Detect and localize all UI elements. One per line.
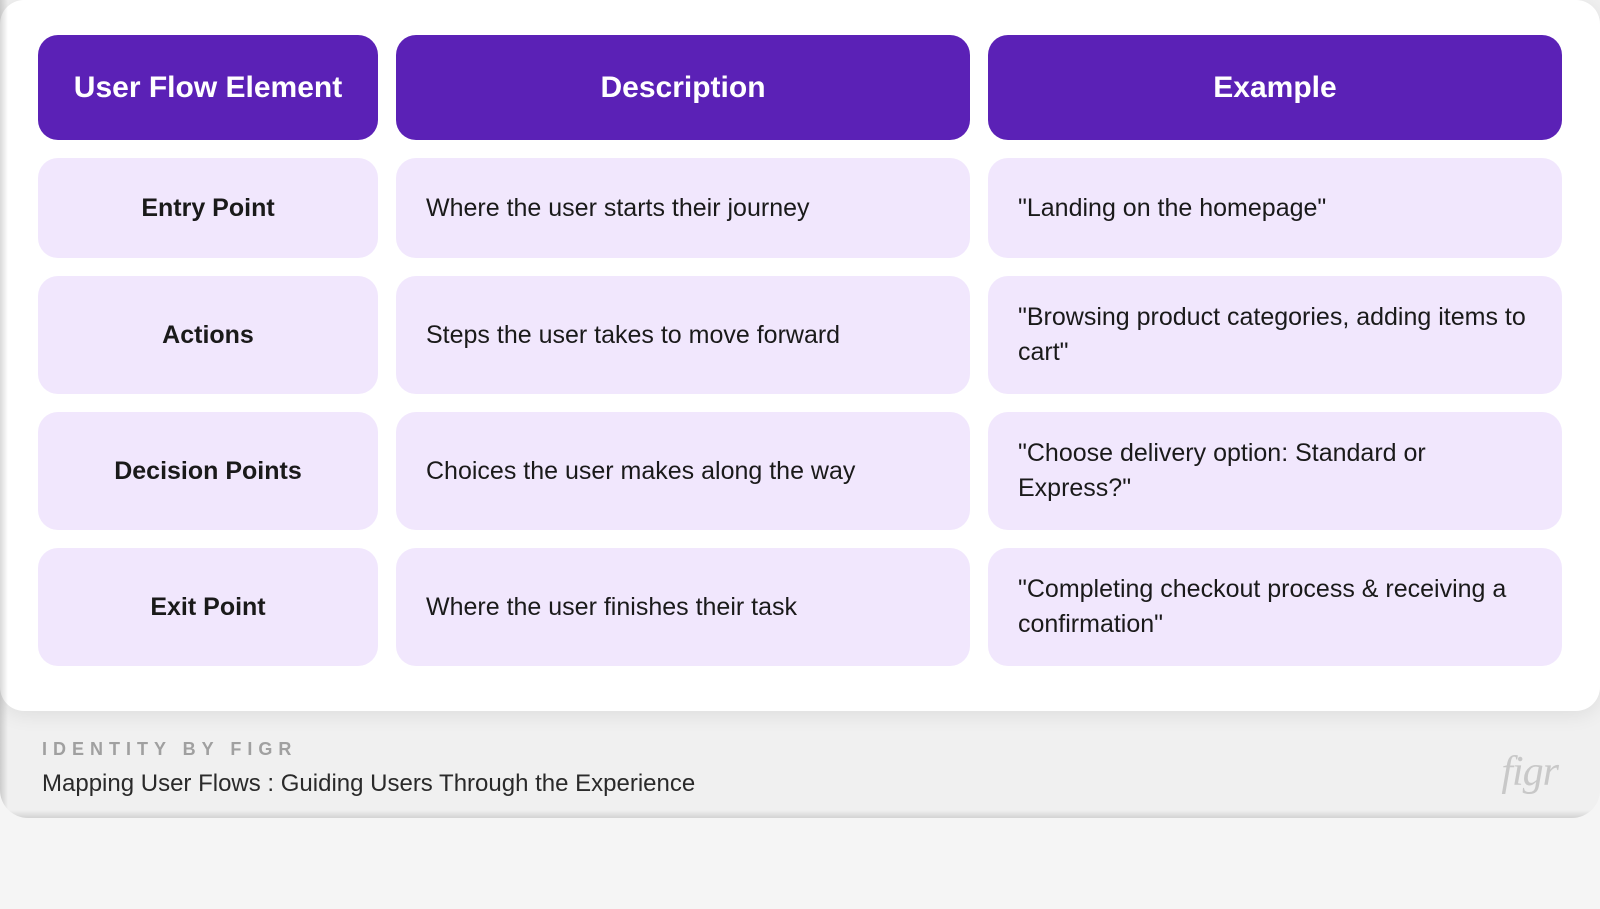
cell-element: Entry Point bbox=[38, 158, 378, 258]
header-example: Example bbox=[988, 35, 1562, 140]
user-flow-table: User Flow Element Description Example En… bbox=[38, 35, 1562, 666]
header-description: Description bbox=[396, 35, 970, 140]
footer: IDENTITY BY FIGR Mapping User Flows : Gu… bbox=[0, 711, 1600, 818]
footer-title: Mapping User Flows : Guiding Users Throu… bbox=[42, 770, 1558, 798]
cell-example: "Browsing product categories, adding ite… bbox=[988, 276, 1562, 394]
cell-element: Exit Point bbox=[38, 548, 378, 666]
table-row: Decision Points Choices the user makes a… bbox=[38, 412, 1562, 530]
cell-example: "Landing on the homepage" bbox=[988, 158, 1562, 258]
header-user-flow-element: User Flow Element bbox=[38, 35, 378, 140]
cell-description: Where the user starts their journey bbox=[396, 158, 970, 258]
cell-example: "Completing checkout process & receiving… bbox=[988, 548, 1562, 666]
cell-example: "Choose delivery option: Standard or Exp… bbox=[988, 412, 1562, 530]
cell-description: Steps the user takes to move forward bbox=[396, 276, 970, 394]
table-row: Entry Point Where the user starts their … bbox=[38, 158, 1562, 258]
table-row: Exit Point Where the user finishes their… bbox=[38, 548, 1562, 666]
table-row: Actions Steps the user takes to move for… bbox=[38, 276, 1562, 394]
table-header-row: User Flow Element Description Example bbox=[38, 35, 1562, 140]
cell-description: Where the user finishes their task bbox=[396, 548, 970, 666]
cell-description: Choices the user makes along the way bbox=[396, 412, 970, 530]
footer-kicker: IDENTITY BY FIGR bbox=[42, 739, 1558, 760]
cell-element: Actions bbox=[38, 276, 378, 394]
cell-element: Decision Points bbox=[38, 412, 378, 530]
table-card: User Flow Element Description Example En… bbox=[0, 0, 1600, 711]
figr-logo: figr bbox=[1501, 748, 1558, 796]
